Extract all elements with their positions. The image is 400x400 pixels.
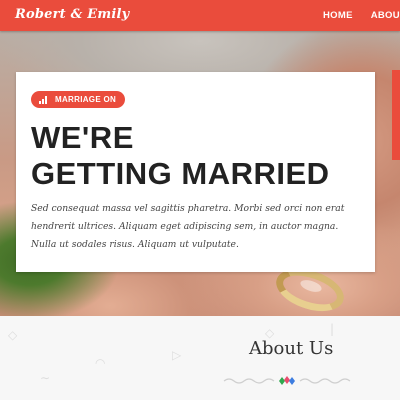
section-title: About Us [249, 338, 334, 359]
triangle-decoration-icon: ◠ [95, 356, 106, 370]
squiggle-decoration-icon: ∼ [40, 371, 51, 385]
main-nav: HOME ABOUT [305, 0, 400, 31]
headline-line-1: WE'RE [31, 120, 134, 155]
nav-about[interactable]: ABOUT [371, 10, 400, 21]
ornament-green-icon [279, 377, 285, 385]
hero-card: MARRIAGE ON WE'RE GETTING MARRIED Sed co… [16, 72, 375, 272]
brand-logo[interactable]: Robert & Emily [15, 7, 129, 22]
line-decoration-icon: | [330, 322, 335, 336]
hero-headline: WE'RE GETTING MARRIED [31, 120, 330, 192]
nav-home[interactable]: HOME [323, 10, 353, 21]
ornament-blue-icon [289, 377, 295, 385]
ornament-pink-icon [284, 376, 290, 384]
headline-line-2: GETTING MARRIED [31, 156, 330, 191]
hero-description: Sed consequat massa vel sagittis pharetr… [31, 203, 345, 250]
signal-bars-icon [39, 95, 48, 104]
divider-ornament [223, 376, 351, 385]
triangle-decoration-icon: ▷ [172, 348, 182, 362]
badge-label: MARRIAGE ON [55, 95, 117, 104]
next-slide-edge[interactable] [392, 70, 400, 160]
site-header: Robert & Emily HOME ABOUT [0, 0, 400, 31]
diamond-decoration-icon: ◇ [8, 328, 18, 342]
about-section: ◇ ◠ ▷ ◇ ∼ | About Us [0, 316, 400, 400]
marriage-on-badge: MARRIAGE ON [31, 91, 126, 108]
